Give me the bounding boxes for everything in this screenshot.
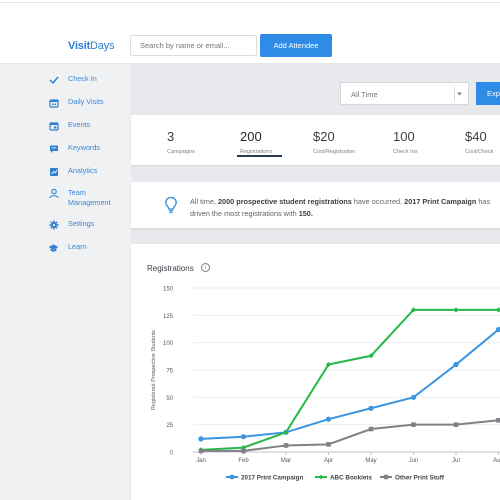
sidebar-item-check-in[interactable]: Check In bbox=[48, 74, 97, 85]
sidebar-item-label: Events bbox=[68, 120, 91, 129]
sidebar-item-label: Learn bbox=[68, 242, 87, 251]
check-icon bbox=[48, 74, 59, 85]
chart-icon bbox=[48, 166, 59, 177]
graduation-cap-icon bbox=[48, 242, 59, 253]
lightbulb-icon bbox=[164, 196, 178, 214]
sidebar-item-label: Daily Visits bbox=[68, 97, 104, 106]
logo-visit-text: Visit bbox=[68, 40, 91, 52]
search-input[interactable] bbox=[130, 35, 257, 56]
stat-value: 3 bbox=[167, 129, 175, 144]
stat-value: 100 bbox=[393, 129, 415, 144]
app-logo[interactable]: VisitDays bbox=[68, 40, 115, 52]
sidebar-item-daily-visits[interactable]: Daily Visits bbox=[48, 97, 104, 108]
registrations-chart-card bbox=[131, 244, 500, 500]
sidebar-item-label: Check In bbox=[68, 74, 97, 83]
insight-highlight: 150. bbox=[298, 209, 313, 218]
active-tab-indicator bbox=[237, 155, 282, 157]
insight-part: have occurred. bbox=[351, 197, 405, 206]
chat-icon bbox=[48, 143, 59, 154]
sidebar-item-learn[interactable]: Learn bbox=[48, 242, 87, 253]
sidebar-item-analytics[interactable]: Analytics bbox=[48, 166, 97, 177]
stat-caption: Check Ins bbox=[393, 149, 418, 155]
calendar-event-icon bbox=[48, 120, 59, 131]
stat-cost-per-registration[interactable]: $20 Cost/Registration bbox=[313, 129, 355, 155]
stat-caption: Cost/Check bbox=[465, 149, 494, 155]
sidebar-item-team-management[interactable]: Team Management bbox=[48, 188, 118, 208]
sidebar-item-label: Analytics bbox=[68, 166, 98, 175]
insight-part: All time, bbox=[190, 197, 218, 206]
stat-value: $20 bbox=[313, 129, 335, 144]
add-attendee-button[interactable]: Add Attendee bbox=[260, 34, 332, 57]
calendar-icon bbox=[48, 97, 59, 108]
stat-check-ins[interactable]: 100 Check Ins bbox=[393, 129, 417, 155]
sidebar-item-label: Settings bbox=[68, 219, 95, 228]
insight-text: All time, 2000 prospective student regis… bbox=[190, 196, 500, 220]
stat-caption: Campaigns bbox=[167, 149, 195, 155]
stat-cost-per-check[interactable]: $40 Cost/Check bbox=[465, 129, 493, 155]
stat-value: $40 bbox=[465, 129, 487, 144]
gear-icon bbox=[48, 219, 59, 230]
chevron-down-icon bbox=[454, 87, 463, 103]
sidebar-item-label: Team Management bbox=[68, 188, 111, 207]
logo-days-text: Days bbox=[90, 40, 115, 52]
insight-highlight: 2017 Print Campaign bbox=[404, 197, 477, 206]
info-icon[interactable]: i bbox=[201, 263, 210, 272]
stat-campaigns[interactable]: 3 Campaigns bbox=[167, 129, 195, 155]
sidebar-item-settings[interactable]: Settings bbox=[48, 219, 94, 230]
time-range-value: All Time bbox=[351, 90, 378, 99]
person-icon bbox=[48, 188, 59, 199]
export-button[interactable]: Exp bbox=[476, 82, 500, 105]
time-range-select[interactable]: All Time bbox=[340, 82, 469, 105]
top-divider bbox=[0, 2, 500, 3]
top-header: VisitDays Add Attendee bbox=[0, 27, 500, 64]
insight-highlight: 2000 prospective student registrations bbox=[217, 197, 352, 206]
sidebar-item-events[interactable]: Events bbox=[48, 120, 90, 131]
stat-value: 200 bbox=[240, 129, 262, 144]
stat-registrations[interactable]: 200 Registrations bbox=[240, 129, 272, 155]
sidebar-item-label: Keywords bbox=[68, 143, 101, 152]
chart-title: Registrations bbox=[147, 264, 194, 273]
app-window: VisitDays Add Attendee Check In Daily Vi… bbox=[0, 0, 500, 500]
sidebar-item-keywords[interactable]: Keywords bbox=[48, 143, 100, 154]
stat-caption: Cost/Registration bbox=[313, 149, 356, 155]
